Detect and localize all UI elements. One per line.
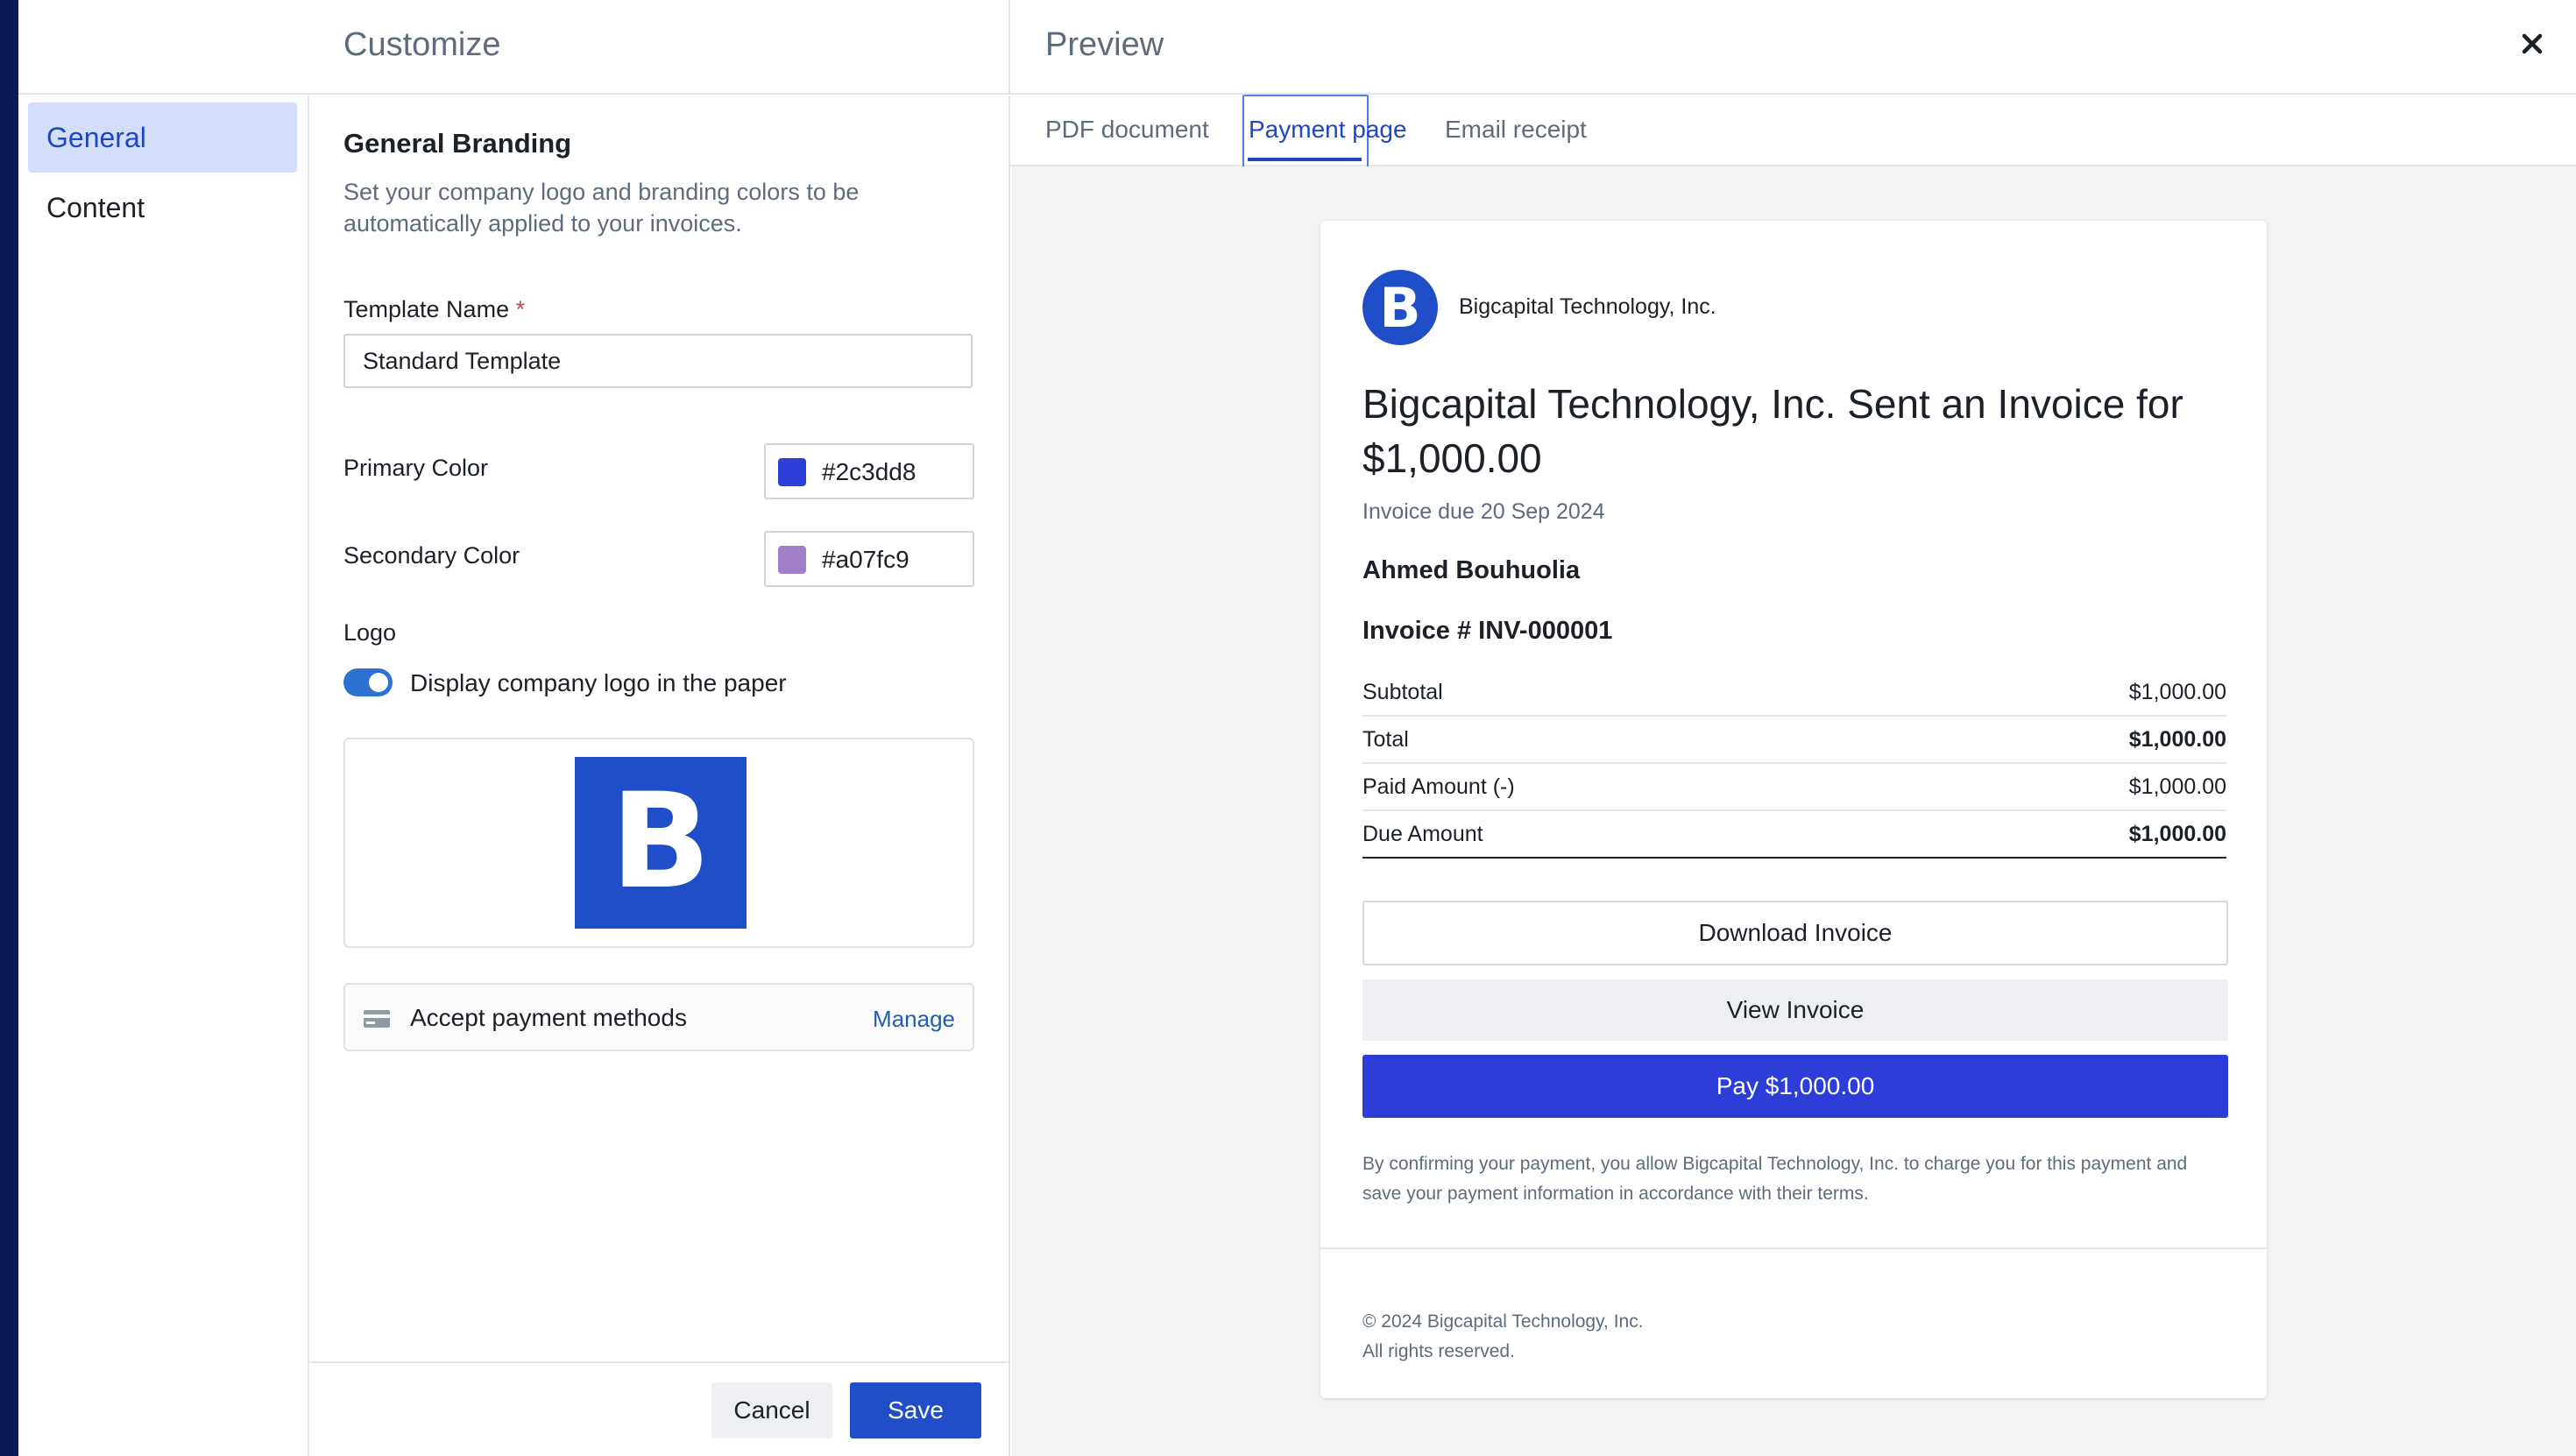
customer-name: Ahmed Bouhuolia bbox=[1362, 556, 1581, 584]
tab-payment-page[interactable]: Payment page bbox=[1249, 116, 1407, 144]
template-name-input[interactable] bbox=[343, 334, 973, 388]
card-footer: © 2024 Bigcapital Technology, Inc. All r… bbox=[1320, 1247, 2267, 1398]
sidebar: General Content bbox=[18, 95, 309, 1456]
company-logo: B bbox=[1362, 270, 1438, 345]
totals-value: $1,000.00 bbox=[2128, 822, 2226, 846]
company-logo-letter: B bbox=[1379, 276, 1420, 340]
app-edge-strip bbox=[0, 0, 18, 1456]
template-name-label: Template Name * bbox=[343, 296, 525, 323]
preview-header: Preview bbox=[1010, 0, 2576, 95]
secondary-color-value: #a07fc9 bbox=[822, 546, 909, 573]
preview-tabs: PDF document Payment page Email receipt bbox=[1010, 95, 2576, 170]
copyright-block: © 2024 Bigcapital Technology, Inc. All r… bbox=[1362, 1307, 1644, 1367]
tab-pdf-document[interactable]: PDF document bbox=[1045, 116, 1209, 144]
totals-row-total: Total $1,000.00 bbox=[1362, 717, 2226, 764]
secondary-color-swatch[interactable] bbox=[778, 546, 806, 574]
secondary-color-input[interactable]: #a07fc9 bbox=[764, 531, 974, 587]
display-logo-toggle[interactable] bbox=[343, 668, 393, 696]
section-title: General Branding bbox=[343, 128, 572, 159]
display-logo-label: Display company logo in the paper bbox=[410, 669, 787, 696]
logo-label: Logo bbox=[343, 619, 397, 646]
secondary-color-label: Secondary Color bbox=[343, 542, 520, 569]
view-invoice-button[interactable]: View Invoice bbox=[1362, 979, 2228, 1041]
payment-methods-label: Accept payment methods bbox=[410, 1004, 687, 1031]
logo-letter: B bbox=[611, 766, 711, 918]
totals-value: $1,000.00 bbox=[2128, 727, 2226, 752]
active-tab-indicator bbox=[1248, 158, 1362, 161]
download-invoice-button[interactable]: Download Invoice bbox=[1362, 901, 2228, 965]
customize-panel: General Branding Set your company logo a… bbox=[308, 95, 1010, 1361]
form-footer: Cancel Save bbox=[308, 1361, 1010, 1456]
sidebar-item-content[interactable]: Content bbox=[28, 173, 297, 243]
preview-canvas: B Bigcapital Technology, Inc. Bigcapital… bbox=[1012, 166, 2576, 1456]
close-icon[interactable] bbox=[2515, 26, 2550, 61]
payment-methods-row: Accept payment methods Manage bbox=[343, 983, 974, 1051]
required-mark: * bbox=[515, 296, 526, 322]
invoice-number: Invoice # INV-000001 bbox=[1362, 617, 1613, 645]
customize-header: Customize bbox=[308, 0, 1010, 95]
save-button[interactable]: Save bbox=[850, 1382, 981, 1438]
copyright-text: © 2024 Bigcapital Technology, Inc. bbox=[1362, 1311, 1644, 1332]
company-logo-image: B bbox=[575, 757, 747, 929]
rights-text: All rights reserved. bbox=[1362, 1341, 1515, 1361]
totals-row-due-amount: Due Amount $1,000.00 bbox=[1362, 811, 2226, 859]
toggle-knob bbox=[369, 673, 388, 692]
sidebar-item-general[interactable]: General bbox=[28, 102, 297, 173]
cancel-button[interactable]: Cancel bbox=[711, 1382, 832, 1438]
primary-color-value: #2c3dd8 bbox=[822, 458, 916, 485]
invoice-due-date: Invoice due 20 Sep 2024 bbox=[1362, 499, 1605, 524]
primary-color-label: Primary Color bbox=[343, 455, 489, 481]
customize-title: Customize bbox=[343, 26, 501, 63]
tab-email-receipt[interactable]: Email receipt bbox=[1445, 116, 1587, 144]
totals-value: $1,000.00 bbox=[2128, 680, 2226, 704]
primary-color-input[interactable]: #2c3dd8 bbox=[764, 443, 974, 499]
primary-color-swatch[interactable] bbox=[778, 458, 806, 486]
invoice-heading: Bigcapital Technology, Inc. Sent an Invo… bbox=[1362, 381, 2183, 481]
template-name-label-text: Template Name bbox=[343, 296, 510, 322]
totals-row-subtotal: Subtotal $1,000.00 bbox=[1362, 669, 2226, 717]
preview-title: Preview bbox=[1045, 26, 1164, 63]
totals-row-paid-amount: Paid Amount (-) $1,000.00 bbox=[1362, 764, 2226, 811]
company-name: Bigcapital Technology, Inc. bbox=[1459, 294, 1716, 319]
totals-label: Total bbox=[1362, 727, 1409, 752]
manage-payment-methods-link[interactable]: Manage bbox=[873, 1006, 955, 1033]
totals-value: $1,000.00 bbox=[2128, 774, 2226, 799]
payment-page-card: B Bigcapital Technology, Inc. Bigcapital… bbox=[1320, 221, 2267, 1398]
totals-label: Paid Amount (-) bbox=[1362, 774, 1515, 799]
payment-consent-text: By confirming your payment, you allow Bi… bbox=[1362, 1154, 2188, 1204]
logo-upload-area[interactable]: B bbox=[343, 738, 974, 948]
credit-card-icon bbox=[364, 1010, 390, 1028]
totals-label: Subtotal bbox=[1362, 680, 1443, 704]
totals-label: Due Amount bbox=[1362, 822, 1483, 846]
section-description: Set your company logo and branding color… bbox=[343, 179, 860, 237]
nav-header-spacer bbox=[18, 0, 308, 95]
pay-button[interactable]: Pay $1,000.00 bbox=[1362, 1055, 2228, 1118]
